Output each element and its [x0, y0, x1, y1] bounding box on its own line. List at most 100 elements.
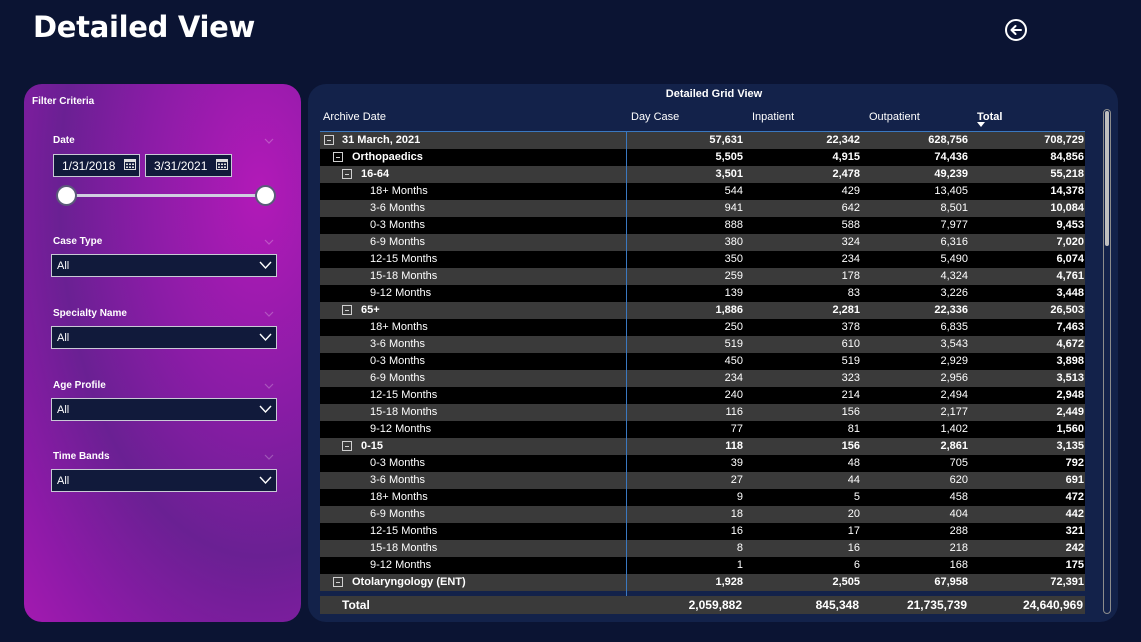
end-date-input[interactable]: 3/31/2021	[145, 154, 232, 177]
cell-day-case: 941	[724, 202, 743, 214]
collapse-icon[interactable]	[342, 441, 352, 451]
row-label: 15-18 Months	[370, 406, 438, 418]
table-row[interactable]: 3-6 Months 519 610 3,543 4,672	[320, 336, 1085, 353]
total-inpatient: 845,348	[815, 598, 859, 612]
cell-total: 3,513	[1056, 372, 1084, 384]
chevron-down-icon[interactable]	[264, 452, 274, 462]
collapse-icon[interactable]	[333, 152, 343, 162]
cell-inpatient: 610	[841, 338, 860, 350]
cell-inpatient: 323	[841, 372, 860, 384]
column-divider	[626, 131, 627, 614]
table-row[interactable]: 18+ Months 9 5 458 472	[320, 489, 1085, 506]
collapse-icon[interactable]	[342, 305, 352, 315]
table-row[interactable]: 65+ 1,886 2,281 22,336 26,503	[320, 302, 1085, 319]
column-header-day-case[interactable]: Day Case	[631, 111, 679, 123]
column-header-outpatient[interactable]: Outpatient	[869, 111, 920, 123]
table-row[interactable]: 12-15 Months 350 234 5,490 6,074	[320, 251, 1085, 268]
cell-outpatient: 4,324	[940, 270, 968, 282]
table-row[interactable]: 0-3 Months 888 588 7,977 9,453	[320, 217, 1085, 234]
date-range-start-handle[interactable]	[56, 185, 77, 206]
cell-day-case: 350	[724, 253, 743, 265]
cell-day-case: 888	[724, 219, 743, 231]
row-label: 9-12 Months	[370, 423, 432, 435]
table-row[interactable]: 9-12 Months 139 83 3,226 3,448	[320, 285, 1085, 302]
row-label: 12-15 Months	[370, 525, 438, 537]
total-label: Total	[342, 598, 370, 612]
collapse-icon[interactable]	[342, 169, 352, 179]
cell-outpatient: 2,956	[940, 372, 968, 384]
table-row[interactable]: 15-18 Months 8 16 218 242	[320, 540, 1085, 557]
cell-inpatient: 83	[847, 287, 860, 299]
grid-title: Detailed Grid View	[665, 88, 763, 100]
table-row[interactable]: 0-15 118 156 2,861 3,135	[320, 438, 1085, 455]
cell-total: 72,391	[1050, 576, 1084, 588]
case-type-label: Case Type	[53, 236, 103, 247]
column-header-inpatient[interactable]: Inpatient	[752, 111, 794, 123]
date-range-slider-track[interactable]	[67, 194, 267, 197]
table-row[interactable]: 15-18 Months 116 156 2,177 2,449	[320, 404, 1085, 421]
cell-total: 4,672	[1056, 338, 1084, 350]
cell-outpatient: 6,835	[940, 321, 968, 333]
chevron-down-icon[interactable]	[259, 475, 272, 485]
table-row[interactable]: 3-6 Months 941 642 8,501 10,084	[320, 200, 1085, 217]
chevron-down-icon[interactable]	[259, 260, 272, 270]
row-label: 65+	[361, 304, 380, 316]
column-header-archive-date[interactable]: Archive Date	[323, 111, 386, 123]
collapse-icon[interactable]	[324, 135, 334, 145]
row-label: 3-6 Months	[370, 474, 426, 486]
row-label: 18+ Months	[370, 185, 428, 197]
cell-outpatient: 628,756	[928, 134, 968, 146]
table-row[interactable]: 9-12 Months 77 81 1,402 1,560	[320, 421, 1085, 438]
chevron-down-icon[interactable]	[264, 381, 274, 391]
table-row[interactable]: 18+ Months 544 429 13,405 14,378	[320, 183, 1085, 200]
cell-outpatient: 2,861	[940, 440, 968, 452]
chevron-down-icon[interactable]	[264, 309, 274, 319]
table-row[interactable]: 12-15 Months 240 214 2,494 2,948	[320, 387, 1085, 404]
age-profile-dropdown[interactable]: All	[51, 398, 277, 421]
cell-total: 3,135	[1056, 440, 1084, 452]
specialty-name-value: All	[57, 332, 70, 344]
table-row[interactable]: 12-15 Months 16 17 288 321	[320, 523, 1085, 540]
row-label: 9-12 Months	[370, 287, 432, 299]
filter-panel-title: Filter Criteria	[32, 96, 95, 107]
cell-outpatient: 6,316	[940, 236, 968, 248]
specialty-name-dropdown[interactable]: All	[51, 326, 277, 349]
case-type-dropdown[interactable]: All	[51, 254, 277, 277]
cell-outpatient: 3,226	[940, 287, 968, 299]
chevron-down-icon[interactable]	[259, 332, 272, 342]
table-row[interactable]: Orthopaedics 5,505 4,915 74,436 84,856	[320, 149, 1085, 166]
chevron-down-icon[interactable]	[264, 136, 274, 146]
table-row[interactable]: 16-64 3,501 2,478 49,239 55,218	[320, 166, 1085, 183]
date-range-end-handle[interactable]	[255, 185, 276, 206]
row-label: 6-9 Months	[370, 236, 426, 248]
table-row[interactable]: 0-3 Months 450 519 2,929 3,898	[320, 353, 1085, 370]
table-row[interactable]: 15-18 Months 259 178 4,324 4,761	[320, 268, 1085, 285]
table-row[interactable]: 0-3 Months 39 48 705 792	[320, 455, 1085, 472]
chevron-down-icon[interactable]	[259, 404, 272, 414]
table-row[interactable]: Otolaryngology (ENT) 1,928 2,505 67,958 72,3…	[320, 574, 1085, 591]
collapse-icon[interactable]	[333, 577, 343, 587]
back-arrow-circle-icon[interactable]	[1004, 18, 1028, 42]
cell-total: 3,898	[1056, 355, 1084, 367]
cell-day-case: 5,505	[715, 151, 743, 163]
row-label: 9-12 Months	[370, 559, 432, 571]
table-row[interactable]: 6-9 Months 18 20 404 442	[320, 506, 1085, 523]
table-row[interactable]: 3-6 Months 27 44 620 691	[320, 472, 1085, 489]
cell-day-case: 259	[724, 270, 743, 282]
chevron-down-icon[interactable]	[264, 237, 274, 247]
table-row[interactable]: 18+ Months 250 378 6,835 7,463	[320, 319, 1085, 336]
table-row[interactable]: 6-9 Months 380 324 6,316 7,020	[320, 234, 1085, 251]
cell-total: 4,761	[1056, 270, 1084, 282]
calendar-icon[interactable]	[216, 159, 228, 170]
cell-outpatient: 13,405	[934, 185, 968, 197]
cell-day-case: 39	[730, 457, 743, 469]
table-row[interactable]: 9-12 Months 1 6 168 175	[320, 557, 1085, 574]
table-row[interactable]: 6-9 Months 234 323 2,956 3,513	[320, 370, 1085, 387]
table-row[interactable]: 31 March, 2021 57,631 22,342 628,756 708,729	[320, 132, 1085, 149]
cell-total: 1,560	[1056, 423, 1084, 435]
time-bands-dropdown[interactable]: All	[51, 469, 277, 492]
row-label: 18+ Months	[370, 321, 428, 333]
scrollbar-thumb[interactable]	[1105, 111, 1109, 246]
calendar-icon[interactable]	[124, 159, 136, 170]
start-date-input[interactable]: 1/31/2018	[53, 154, 140, 177]
